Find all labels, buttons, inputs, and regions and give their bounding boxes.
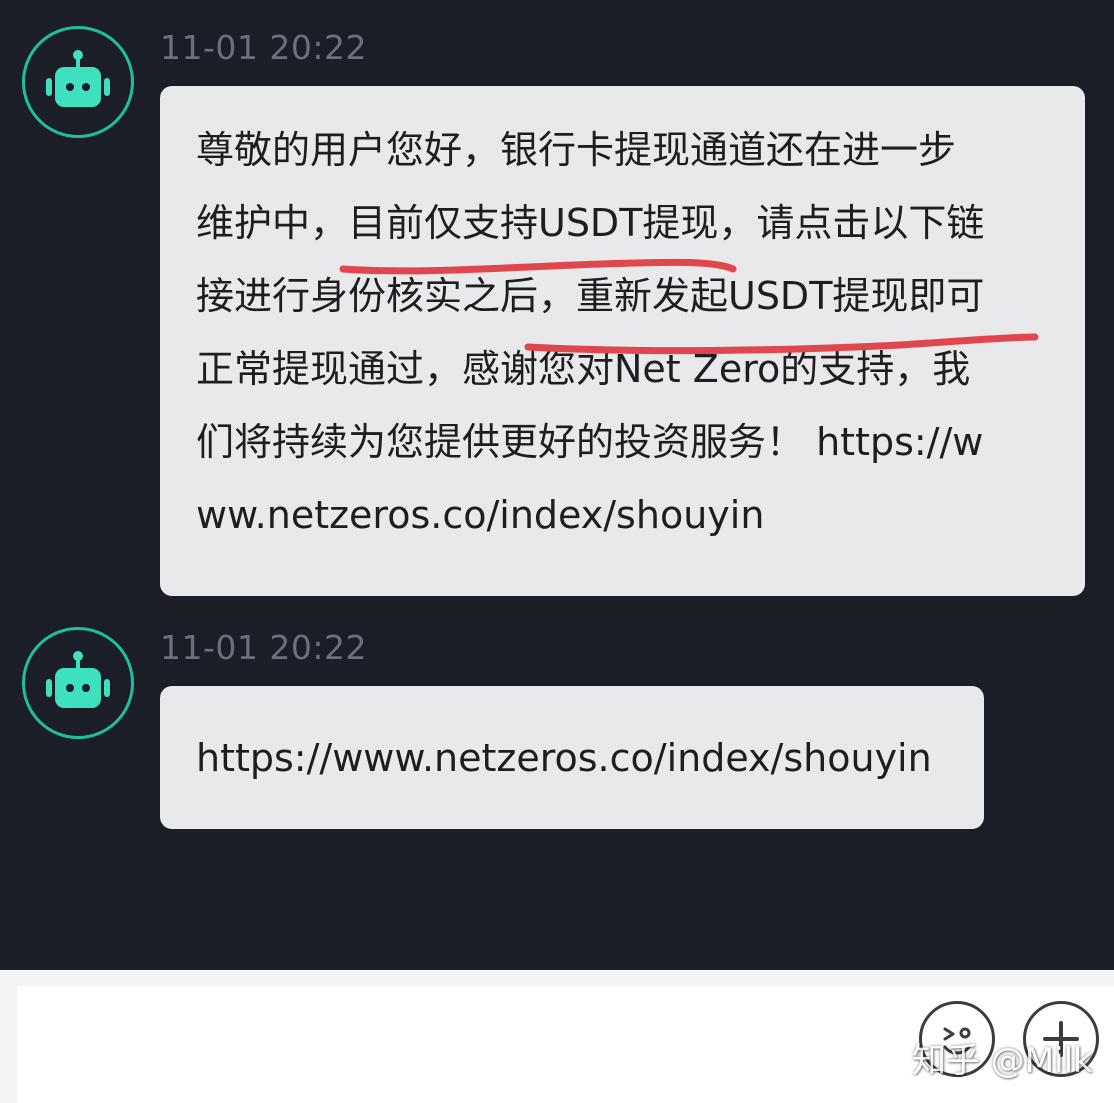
message-input[interactable]: [17, 986, 889, 1092]
message-text-line: 尊敬的用户您好，银行卡提现通道还在进一步: [196, 128, 957, 172]
message-link-text[interactable]: https://www.netzeros.co/index/shouyin: [196, 736, 932, 780]
message-link-text[interactable]: ww.netzeros.co/index/shouyin: [196, 479, 1049, 552]
chat-screen: 11-01 20:22 尊敬的用户您好，银行卡提现通道还在进一步 维护中，目前仅…: [0, 0, 1114, 1103]
message-bubble[interactable]: 尊敬的用户您好，银行卡提现通道还在进一步 维护中，目前仅支持USDT提现，请点击…: [160, 86, 1085, 596]
message-list[interactable]: 11-01 20:22 尊敬的用户您好，银行卡提现通道还在进一步 维护中，目前仅…: [0, 0, 1114, 970]
message-timestamp: 11-01 20:22: [160, 628, 367, 667]
message-text-line: 正常提现通过，感谢您对Net Zero的支持，我: [196, 347, 971, 391]
message-text-line: 们将持续为您提供更好的投资服务！ https://w: [196, 420, 984, 464]
bot-avatar[interactable]: [22, 627, 134, 739]
message-text-line: 接进行身份核实之后，重新发起USDT提现即可: [196, 274, 985, 318]
composer-border: [0, 986, 17, 1103]
bot-avatar[interactable]: [22, 26, 134, 138]
message-bubble[interactable]: https://www.netzeros.co/index/shouyin: [160, 686, 984, 829]
composer-border: [0, 970, 1114, 986]
watermark: 知乎 @Milk: [912, 1041, 1093, 1081]
robot-icon: [46, 651, 110, 708]
message-text-line: 维护中，目前仅支持USDT提现，请点击以下链: [196, 201, 985, 245]
robot-icon: [46, 50, 110, 107]
message-timestamp: 11-01 20:22: [160, 28, 367, 67]
